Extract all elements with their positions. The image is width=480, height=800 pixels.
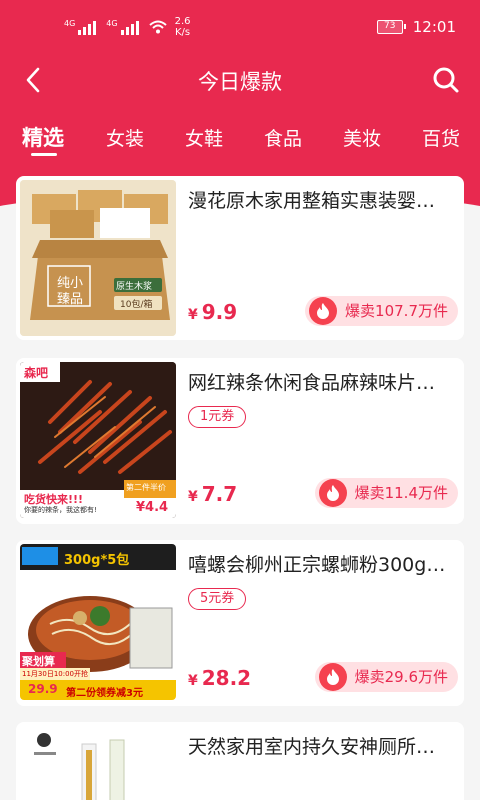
incense-illustration: [20, 726, 176, 800]
product-title[interactable]: 网红辣条休闲食品麻辣味片…: [188, 368, 452, 395]
fire-icon: [318, 479, 347, 507]
product-image-snail-noodles[interactable]: 300g*5包 聚划算 11月30日10:00开抢 29.9 第二份领券减3元: [20, 544, 176, 700]
network-speed: 2.6 K/s: [174, 16, 191, 38]
product-image-incense[interactable]: [20, 726, 176, 800]
fire-icon: [309, 297, 338, 325]
product-card[interactable]: 纯小 臻品 原生木浆 10包/箱 漫花原木家用整箱实惠装婴… ¥9.9 爆卖10…: [16, 176, 464, 340]
tab-womens-shoes[interactable]: 女鞋: [185, 124, 223, 151]
signal-icon-2: 4G: [106, 19, 139, 35]
product-price: ¥9.9: [188, 300, 238, 324]
product-title[interactable]: 天然家用室内持久安神厕所…: [188, 732, 452, 759]
tab-general-goods[interactable]: 百货: [422, 124, 460, 151]
product-title[interactable]: 嘻螺会柳州正宗螺蛳粉300g…: [188, 550, 452, 577]
wifi-icon: [148, 20, 167, 34]
product-card[interactable]: 天然家用室内持久安神厕所…: [16, 722, 464, 800]
coupon-badge[interactable]: 5元券: [188, 588, 247, 610]
product-title[interactable]: 漫花原木家用整箱实惠装婴…: [188, 186, 452, 213]
sales-badge: 爆卖11.4万件: [314, 478, 458, 508]
battery-icon: 73: [376, 20, 406, 34]
search-icon[interactable]: [430, 64, 462, 96]
tab-food[interactable]: 食品: [264, 124, 302, 151]
status-bar: 4G 4G 2.6 K/s 73 12:01: [0, 0, 480, 56]
product-image-tissue-box[interactable]: 纯小 臻品 原生木浆 10包/箱: [20, 180, 176, 336]
clock: 12:01: [412, 18, 456, 36]
tab-beauty[interactable]: 美妆: [343, 124, 381, 151]
product-price: ¥28.2: [188, 666, 252, 690]
status-right: 73 12:01: [376, 18, 456, 36]
product-card[interactable]: 森吧 吃货快来!!! 你要的辣条，我这都有! 第二件半价 ¥4.4 网红辣条休闲…: [16, 358, 464, 524]
coupon-badge[interactable]: 1元券: [188, 406, 247, 428]
top-nav: 今日爆款: [0, 56, 480, 104]
page-title: 今日爆款: [198, 70, 282, 94]
sales-badge: 爆卖29.6万件: [314, 662, 458, 692]
active-tab-indicator: [31, 153, 57, 156]
category-tabs: 精选 女装 女鞋 食品 美妆 百货: [0, 118, 480, 160]
status-left: 4G 4G 2.6 K/s: [64, 16, 191, 38]
fire-icon: [318, 663, 347, 691]
product-image-spicy-snack[interactable]: 森吧 吃货快来!!! 你要的辣条，我这都有! 第二件半价 ¥4.4: [20, 362, 176, 518]
product-card[interactable]: 300g*5包 聚划算 11月30日10:00开抢 29.9 第二份领券减3元 …: [16, 540, 464, 706]
tab-womens-clothing[interactable]: 女装: [106, 124, 144, 151]
product-price: ¥7.7: [188, 482, 238, 506]
signal-icon: 4G: [64, 19, 97, 35]
sales-badge: 爆卖107.7万件: [305, 296, 458, 326]
tissue-box-illustration: [20, 180, 176, 336]
tab-featured[interactable]: 精选: [22, 122, 64, 152]
